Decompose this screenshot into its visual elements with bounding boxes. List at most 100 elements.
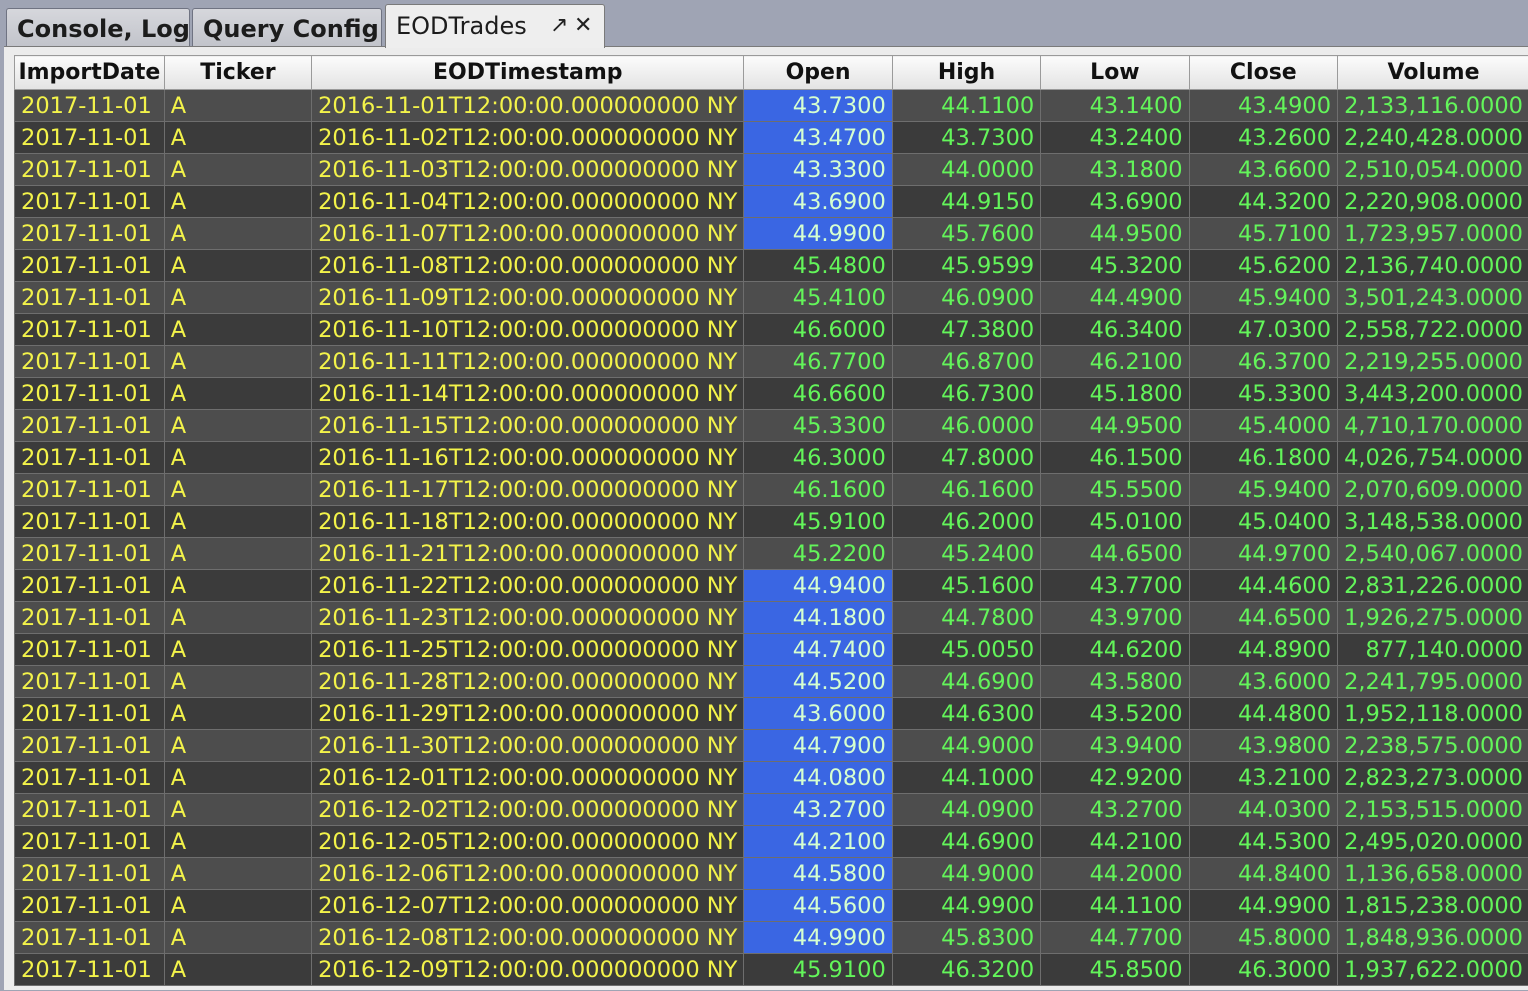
cell-high[interactable]: 46.2000 — [892, 506, 1040, 538]
cell-low[interactable]: 44.2000 — [1041, 858, 1189, 890]
cell-ticker[interactable]: A — [164, 122, 311, 154]
cell-importdate[interactable]: 2017-11-01 — [15, 698, 165, 730]
cell-close[interactable]: 44.5300 — [1189, 826, 1337, 858]
cell-ticker[interactable]: A — [164, 858, 311, 890]
cell-open[interactable]: 45.4800 — [744, 250, 892, 282]
cell-importdate[interactable]: 2017-11-01 — [15, 922, 165, 954]
cell-close[interactable]: 45.9400 — [1189, 282, 1337, 314]
cell-eodtimestamp[interactable]: 2016-11-29T12:00:00.000000000 NY — [312, 698, 744, 730]
cell-volume[interactable]: 2,133,116.0000 — [1338, 90, 1528, 122]
table-row[interactable]: 2017-11-01A2016-11-22T12:00:00.000000000… — [15, 570, 1528, 602]
cell-eodtimestamp[interactable]: 2016-12-05T12:00:00.000000000 NY — [312, 826, 744, 858]
cell-open[interactable]: 46.1600 — [744, 474, 892, 506]
cell-open[interactable]: 46.3000 — [744, 442, 892, 474]
cell-eodtimestamp[interactable]: 2016-11-23T12:00:00.000000000 NY — [312, 602, 744, 634]
cell-low[interactable]: 46.2100 — [1041, 346, 1189, 378]
cell-high[interactable]: 44.9150 — [892, 186, 1040, 218]
cell-importdate[interactable]: 2017-11-01 — [15, 762, 165, 794]
cell-low[interactable]: 44.6500 — [1041, 538, 1189, 570]
table-row[interactable]: 2017-11-01A2016-11-08T12:00:00.000000000… — [15, 250, 1528, 282]
cell-high[interactable]: 44.6900 — [892, 666, 1040, 698]
cell-close[interactable]: 44.9900 — [1189, 890, 1337, 922]
cell-high[interactable]: 44.9900 — [892, 890, 1040, 922]
cell-volume[interactable]: 3,148,538.0000 — [1338, 506, 1528, 538]
cell-ticker[interactable]: A — [164, 474, 311, 506]
cell-open[interactable]: 44.7900 — [744, 730, 892, 762]
cell-eodtimestamp[interactable]: 2016-11-25T12:00:00.000000000 NY — [312, 634, 744, 666]
cell-low[interactable]: 45.0100 — [1041, 506, 1189, 538]
cell-volume[interactable]: 2,136,740.0000 — [1338, 250, 1528, 282]
cell-close[interactable]: 44.8900 — [1189, 634, 1337, 666]
cell-low[interactable]: 44.7700 — [1041, 922, 1189, 954]
table-row[interactable]: 2017-11-01A2016-11-09T12:00:00.000000000… — [15, 282, 1528, 314]
cell-volume[interactable]: 2,495,020.0000 — [1338, 826, 1528, 858]
cell-open[interactable]: 44.9900 — [744, 922, 892, 954]
cell-low[interactable]: 44.9500 — [1041, 410, 1189, 442]
column-header-low[interactable]: Low — [1041, 56, 1189, 90]
cell-eodtimestamp[interactable]: 2016-11-18T12:00:00.000000000 NY — [312, 506, 744, 538]
cell-importdate[interactable]: 2017-11-01 — [15, 602, 165, 634]
cell-low[interactable]: 44.1100 — [1041, 890, 1189, 922]
cell-high[interactable]: 43.7300 — [892, 122, 1040, 154]
cell-volume[interactable]: 3,501,243.0000 — [1338, 282, 1528, 314]
cell-high[interactable]: 44.7800 — [892, 602, 1040, 634]
popout-arrow-icon[interactable]: ↗ — [550, 5, 568, 47]
cell-ticker[interactable]: A — [164, 698, 311, 730]
close-x-icon[interactable]: ✕ — [574, 5, 592, 47]
cell-open[interactable]: 45.9100 — [744, 954, 892, 986]
cell-open[interactable]: 43.6000 — [744, 698, 892, 730]
cell-low[interactable]: 43.2400 — [1041, 122, 1189, 154]
cell-low[interactable]: 43.7700 — [1041, 570, 1189, 602]
table-row[interactable]: 2017-11-01A2016-11-11T12:00:00.000000000… — [15, 346, 1528, 378]
cell-eodtimestamp[interactable]: 2016-12-02T12:00:00.000000000 NY — [312, 794, 744, 826]
cell-low[interactable]: 44.4900 — [1041, 282, 1189, 314]
table-row[interactable]: 2017-11-01A2016-12-08T12:00:00.000000000… — [15, 922, 1528, 954]
cell-ticker[interactable]: A — [164, 442, 311, 474]
cell-importdate[interactable]: 2017-11-01 — [15, 890, 165, 922]
cell-importdate[interactable]: 2017-11-01 — [15, 954, 165, 986]
table-row[interactable]: 2017-11-01A2016-12-06T12:00:00.000000000… — [15, 858, 1528, 890]
cell-ticker[interactable]: A — [164, 762, 311, 794]
cell-high[interactable]: 44.1100 — [892, 90, 1040, 122]
tab-console-log[interactable]: Console, Log — [6, 8, 190, 46]
cell-close[interactable]: 44.4800 — [1189, 698, 1337, 730]
cell-close[interactable]: 45.3300 — [1189, 378, 1337, 410]
cell-open[interactable]: 44.5800 — [744, 858, 892, 890]
cell-volume[interactable]: 2,070,609.0000 — [1338, 474, 1528, 506]
cell-importdate[interactable]: 2017-11-01 — [15, 186, 165, 218]
cell-importdate[interactable]: 2017-11-01 — [15, 666, 165, 698]
cell-volume[interactable]: 2,219,255.0000 — [1338, 346, 1528, 378]
table-row[interactable]: 2017-11-01A2016-11-23T12:00:00.000000000… — [15, 602, 1528, 634]
table-row[interactable]: 2017-11-01A2016-11-10T12:00:00.000000000… — [15, 314, 1528, 346]
cell-importdate[interactable]: 2017-11-01 — [15, 570, 165, 602]
cell-low[interactable]: 43.9700 — [1041, 602, 1189, 634]
cell-open[interactable]: 43.4700 — [744, 122, 892, 154]
cell-volume[interactable]: 1,952,118.0000 — [1338, 698, 1528, 730]
table-row[interactable]: 2017-11-01A2016-11-18T12:00:00.000000000… — [15, 506, 1528, 538]
cell-volume[interactable]: 2,238,575.0000 — [1338, 730, 1528, 762]
table-row[interactable]: 2017-11-01A2016-11-16T12:00:00.000000000… — [15, 442, 1528, 474]
cell-volume[interactable]: 2,510,054.0000 — [1338, 154, 1528, 186]
cell-eodtimestamp[interactable]: 2016-12-09T12:00:00.000000000 NY — [312, 954, 744, 986]
cell-eodtimestamp[interactable]: 2016-11-11T12:00:00.000000000 NY — [312, 346, 744, 378]
table-row[interactable]: 2017-11-01A2016-11-03T12:00:00.000000000… — [15, 154, 1528, 186]
cell-high[interactable]: 45.2400 — [892, 538, 1040, 570]
cell-open[interactable]: 46.6000 — [744, 314, 892, 346]
cell-eodtimestamp[interactable]: 2016-11-22T12:00:00.000000000 NY — [312, 570, 744, 602]
cell-high[interactable]: 45.1600 — [892, 570, 1040, 602]
cell-eodtimestamp[interactable]: 2016-12-07T12:00:00.000000000 NY — [312, 890, 744, 922]
cell-importdate[interactable]: 2017-11-01 — [15, 474, 165, 506]
cell-high[interactable]: 47.3800 — [892, 314, 1040, 346]
cell-close[interactable]: 45.4000 — [1189, 410, 1337, 442]
cell-open[interactable]: 44.5600 — [744, 890, 892, 922]
cell-close[interactable]: 44.0300 — [1189, 794, 1337, 826]
cell-low[interactable]: 45.3200 — [1041, 250, 1189, 282]
cell-importdate[interactable]: 2017-11-01 — [15, 154, 165, 186]
cell-low[interactable]: 45.1800 — [1041, 378, 1189, 410]
cell-ticker[interactable]: A — [164, 250, 311, 282]
table-row[interactable]: 2017-11-01A2016-11-28T12:00:00.000000000… — [15, 666, 1528, 698]
cell-eodtimestamp[interactable]: 2016-11-04T12:00:00.000000000 NY — [312, 186, 744, 218]
cell-close[interactable]: 43.6600 — [1189, 154, 1337, 186]
table-row[interactable]: 2017-11-01A2016-11-21T12:00:00.000000000… — [15, 538, 1528, 570]
cell-importdate[interactable]: 2017-11-01 — [15, 282, 165, 314]
